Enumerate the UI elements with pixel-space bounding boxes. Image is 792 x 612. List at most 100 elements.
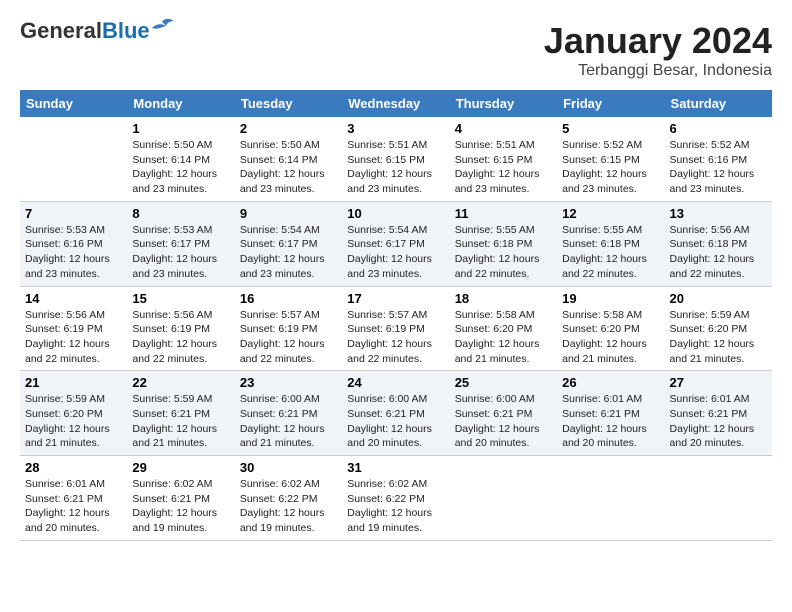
day-number: 28 — [25, 460, 122, 475]
day-number: 20 — [670, 291, 767, 306]
day-number: 7 — [25, 206, 122, 221]
day-info: Sunrise: 5:55 AM Sunset: 6:18 PM Dayligh… — [455, 223, 552, 282]
month-title: January 2024 — [544, 20, 772, 62]
day-info: Sunrise: 5:59 AM Sunset: 6:20 PM Dayligh… — [670, 308, 767, 367]
day-number: 24 — [347, 375, 444, 390]
title-block: January 2024 Terbanggi Besar, Indonesia — [544, 20, 772, 80]
day-info: Sunrise: 6:02 AM Sunset: 6:21 PM Dayligh… — [132, 477, 229, 536]
day-number: 31 — [347, 460, 444, 475]
calendar-cell-w3-d5: 18 Sunrise: 5:58 AM Sunset: 6:20 PM Dayli… — [450, 286, 557, 371]
day-info: Sunrise: 5:57 AM Sunset: 6:19 PM Dayligh… — [347, 308, 444, 367]
day-info: Sunrise: 5:50 AM Sunset: 6:14 PM Dayligh… — [240, 138, 337, 197]
calendar-cell-w1-d6: 5 Sunrise: 5:52 AM Sunset: 6:15 PM Daylig… — [557, 117, 664, 201]
day-info: Sunrise: 5:51 AM Sunset: 6:15 PM Dayligh… — [455, 138, 552, 197]
calendar-header: SundayMondayTuesdayWednesdayThursdayFrid… — [20, 90, 772, 117]
day-info: Sunrise: 6:00 AM Sunset: 6:21 PM Dayligh… — [240, 392, 337, 451]
weekday-header-wednesday: Wednesday — [342, 90, 449, 117]
day-number: 16 — [240, 291, 337, 306]
calendar-cell-w2-d6: 12Sunrise: 5:55 AM Sunset: 6:18 PM Dayli… — [557, 201, 664, 286]
day-number: 17 — [347, 291, 444, 306]
day-number: 29 — [132, 460, 229, 475]
calendar-table: SundayMondayTuesdayWednesdayThursdayFrid… — [20, 90, 772, 541]
day-number: 14 — [25, 291, 122, 306]
day-number: 6 — [670, 121, 767, 136]
calendar-cell-w3-d2: 15 Sunrise: 5:56 AM Sunset: 6:19 PM Dayli… — [127, 286, 234, 371]
calendar-cell-w1-d3: 2Sunrise: 5:50 AM Sunset: 6:14 PM Daylig… — [235, 117, 342, 201]
day-number: 25 — [455, 375, 552, 390]
logo-blue: Blue — [102, 18, 150, 43]
day-info: Sunrise: 6:01 AM Sunset: 6:21 PM Dayligh… — [25, 477, 122, 536]
calendar-cell-w4-d7: 27 Sunrise: 6:01 AM Sunset: 6:21 PM Dayli… — [665, 371, 772, 456]
calendar-cell-w4-d6: 26 Sunrise: 6:01 AM Sunset: 6:21 PM Dayli… — [557, 371, 664, 456]
page-header: GeneralBlue January 2024 Terbanggi Besar… — [20, 20, 772, 80]
logo-general: General — [20, 18, 102, 43]
day-info: Sunrise: 6:02 AM Sunset: 6:22 PM Dayligh… — [240, 477, 337, 536]
calendar-cell-w2-d3: 9 Sunrise: 5:54 AM Sunset: 6:17 PM Daylig… — [235, 201, 342, 286]
day-number: 8 — [132, 206, 229, 221]
calendar-cell-w4-d3: 23 Sunrise: 6:00 AM Sunset: 6:21 PM Dayli… — [235, 371, 342, 456]
day-number: 11 — [455, 206, 552, 221]
calendar-cell-w5-d4: 31 Sunrise: 6:02 AM Sunset: 6:22 PM Dayli… — [342, 456, 449, 541]
calendar-cell-w2-d5: 11 Sunrise: 5:55 AM Sunset: 6:18 PM Dayli… — [450, 201, 557, 286]
calendar-cell-w3-d4: 17 Sunrise: 5:57 AM Sunset: 6:19 PM Dayli… — [342, 286, 449, 371]
day-info: Sunrise: 6:02 AM Sunset: 6:22 PM Dayligh… — [347, 477, 444, 536]
logo-text: GeneralBlue — [20, 20, 150, 42]
logo-bird-icon — [152, 18, 174, 36]
calendar-cell-w5-d1: 28 Sunrise: 6:01 AM Sunset: 6:21 PM Dayli… — [20, 456, 127, 541]
day-info: Sunrise: 5:56 AM Sunset: 6:18 PM Dayligh… — [670, 223, 767, 282]
day-number: 13 — [670, 206, 767, 221]
day-info: Sunrise: 5:54 AM Sunset: 6:17 PM Dayligh… — [240, 223, 337, 282]
calendar-cell-w4-d2: 22 Sunrise: 5:59 AM Sunset: 6:21 PM Dayli… — [127, 371, 234, 456]
calendar-week-5: 28 Sunrise: 6:01 AM Sunset: 6:21 PM Dayli… — [20, 456, 772, 541]
day-number: 5 — [562, 121, 659, 136]
day-number: 26 — [562, 375, 659, 390]
day-number: 19 — [562, 291, 659, 306]
calendar-cell-w1-d7: 6Sunrise: 5:52 AM Sunset: 6:16 PM Daylig… — [665, 117, 772, 201]
day-info: Sunrise: 5:59 AM Sunset: 6:20 PM Dayligh… — [25, 392, 122, 451]
day-number: 3 — [347, 121, 444, 136]
day-info: Sunrise: 5:51 AM Sunset: 6:15 PM Dayligh… — [347, 138, 444, 197]
day-info: Sunrise: 6:00 AM Sunset: 6:21 PM Dayligh… — [455, 392, 552, 451]
calendar-week-3: 14 Sunrise: 5:56 AM Sunset: 6:19 PM Dayli… — [20, 286, 772, 371]
day-number: 22 — [132, 375, 229, 390]
day-number: 27 — [670, 375, 767, 390]
day-info: Sunrise: 5:56 AM Sunset: 6:19 PM Dayligh… — [132, 308, 229, 367]
day-info: Sunrise: 6:00 AM Sunset: 6:21 PM Dayligh… — [347, 392, 444, 451]
day-number: 18 — [455, 291, 552, 306]
day-info: Sunrise: 5:53 AM Sunset: 6:16 PM Dayligh… — [25, 223, 122, 282]
calendar-cell-w3-d6: 19 Sunrise: 5:58 AM Sunset: 6:20 PM Dayli… — [557, 286, 664, 371]
calendar-body: 1Sunrise: 5:50 AM Sunset: 6:14 PM Daylig… — [20, 117, 772, 540]
calendar-cell-w1-d2: 1Sunrise: 5:50 AM Sunset: 6:14 PM Daylig… — [127, 117, 234, 201]
day-number: 21 — [25, 375, 122, 390]
weekday-header-sunday: Sunday — [20, 90, 127, 117]
calendar-cell-w4-d4: 24 Sunrise: 6:00 AM Sunset: 6:21 PM Dayli… — [342, 371, 449, 456]
day-info: Sunrise: 5:57 AM Sunset: 6:19 PM Dayligh… — [240, 308, 337, 367]
calendar-cell-w2-d7: 13 Sunrise: 5:56 AM Sunset: 6:18 PM Dayli… — [665, 201, 772, 286]
day-number: 30 — [240, 460, 337, 475]
weekday-header-row: SundayMondayTuesdayWednesdayThursdayFrid… — [20, 90, 772, 117]
calendar-cell-w2-d2: 8Sunrise: 5:53 AM Sunset: 6:17 PM Daylig… — [127, 201, 234, 286]
weekday-header-monday: Monday — [127, 90, 234, 117]
weekday-header-tuesday: Tuesday — [235, 90, 342, 117]
day-number: 15 — [132, 291, 229, 306]
weekday-header-friday: Friday — [557, 90, 664, 117]
day-number: 9 — [240, 206, 337, 221]
calendar-week-1: 1Sunrise: 5:50 AM Sunset: 6:14 PM Daylig… — [20, 117, 772, 201]
calendar-cell-w5-d2: 29 Sunrise: 6:02 AM Sunset: 6:21 PM Dayli… — [127, 456, 234, 541]
calendar-cell-w1-d1 — [20, 117, 127, 201]
calendar-cell-w3-d7: 20 Sunrise: 5:59 AM Sunset: 6:20 PM Dayli… — [665, 286, 772, 371]
day-info: Sunrise: 5:52 AM Sunset: 6:15 PM Dayligh… — [562, 138, 659, 197]
calendar-cell-w3-d1: 14Sunrise: 5:56 AM Sunset: 6:19 PM Dayli… — [20, 286, 127, 371]
calendar-cell-w2-d1: 7 Sunrise: 5:53 AM Sunset: 6:16 PM Daylig… — [20, 201, 127, 286]
day-number: 10 — [347, 206, 444, 221]
day-info: Sunrise: 5:58 AM Sunset: 6:20 PM Dayligh… — [455, 308, 552, 367]
day-info: Sunrise: 5:58 AM Sunset: 6:20 PM Dayligh… — [562, 308, 659, 367]
day-info: Sunrise: 6:01 AM Sunset: 6:21 PM Dayligh… — [670, 392, 767, 451]
calendar-cell-w4-d5: 25 Sunrise: 6:00 AM Sunset: 6:21 PM Dayli… — [450, 371, 557, 456]
day-info: Sunrise: 6:01 AM Sunset: 6:21 PM Dayligh… — [562, 392, 659, 451]
calendar-cell-w5-d7 — [665, 456, 772, 541]
day-info: Sunrise: 5:54 AM Sunset: 6:17 PM Dayligh… — [347, 223, 444, 282]
day-info: Sunrise: 5:59 AM Sunset: 6:21 PM Dayligh… — [132, 392, 229, 451]
day-number: 23 — [240, 375, 337, 390]
calendar-week-4: 21 Sunrise: 5:59 AM Sunset: 6:20 PM Dayli… — [20, 371, 772, 456]
